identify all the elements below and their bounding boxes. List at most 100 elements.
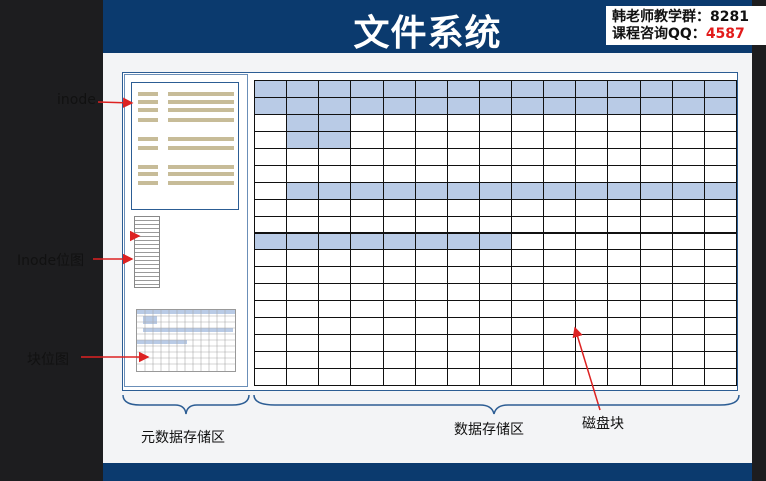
disk-block bbox=[543, 113, 577, 132]
disk-block bbox=[607, 266, 641, 285]
disk-block bbox=[382, 283, 416, 302]
used-disk-block bbox=[286, 181, 320, 200]
disk-block bbox=[639, 368, 673, 386]
disk-block bbox=[478, 368, 513, 386]
disk-block bbox=[446, 215, 480, 234]
disk-block bbox=[511, 147, 545, 166]
block-bitmap-label: 块位图 bbox=[27, 352, 69, 368]
inode-bitmap-label: Inode位图 bbox=[17, 253, 85, 269]
disk-block bbox=[414, 249, 448, 268]
disk-block bbox=[575, 232, 609, 251]
disk-block bbox=[543, 215, 577, 234]
inode-entry-bar bbox=[138, 92, 158, 96]
used-disk-block bbox=[703, 96, 737, 115]
used-disk-block bbox=[478, 80, 513, 98]
used-disk-block bbox=[478, 181, 513, 200]
disk-block bbox=[478, 215, 513, 234]
used-disk-block bbox=[575, 181, 609, 200]
disk-block bbox=[254, 266, 288, 285]
disk-block bbox=[478, 300, 513, 319]
disk-block bbox=[254, 215, 288, 234]
disk-block bbox=[414, 368, 448, 386]
disk-block bbox=[478, 147, 513, 166]
used-disk-block bbox=[639, 80, 673, 98]
disk-block bbox=[350, 215, 384, 234]
disk-block bbox=[639, 300, 673, 319]
inode-entry-bar bbox=[138, 100, 158, 104]
disk-block bbox=[286, 334, 320, 353]
disk-block bbox=[382, 113, 416, 132]
disk-block bbox=[543, 198, 577, 217]
disk-block bbox=[382, 334, 416, 353]
disk-block bbox=[446, 266, 480, 285]
disk-block bbox=[639, 266, 673, 285]
used-disk-block bbox=[318, 113, 352, 132]
used-disk-block bbox=[607, 96, 641, 115]
disk-block bbox=[575, 283, 609, 302]
disk-block bbox=[318, 215, 352, 234]
disk-block bbox=[254, 113, 288, 132]
used-disk-block bbox=[446, 96, 480, 115]
used-disk-block bbox=[286, 96, 320, 115]
disk-block bbox=[350, 130, 384, 149]
disk-block bbox=[254, 317, 288, 336]
disk-block bbox=[671, 283, 705, 302]
disk-block bbox=[543, 283, 577, 302]
metadata-area-caption: 元数据存储区 bbox=[141, 430, 225, 446]
used-disk-block bbox=[575, 96, 609, 115]
used-disk-block bbox=[318, 232, 352, 251]
disk-block bbox=[575, 147, 609, 166]
disk-block bbox=[350, 266, 384, 285]
used-disk-block bbox=[446, 181, 480, 200]
disk-block bbox=[350, 300, 384, 319]
used-disk-block bbox=[671, 96, 705, 115]
data-area-caption: 数据存储区 bbox=[454, 422, 524, 438]
disk-block bbox=[575, 198, 609, 217]
disk-block bbox=[286, 351, 320, 370]
used-disk-block bbox=[286, 130, 320, 149]
disk-block bbox=[350, 351, 384, 370]
disk-block bbox=[318, 300, 352, 319]
disk-block bbox=[607, 130, 641, 149]
disk-block bbox=[543, 130, 577, 149]
disk-block bbox=[511, 368, 545, 386]
inode-entry-bar bbox=[138, 108, 158, 112]
disk-block bbox=[671, 334, 705, 353]
disk-block bbox=[575, 215, 609, 234]
disk-block bbox=[511, 334, 545, 353]
used-disk-block bbox=[446, 232, 480, 251]
disk-block bbox=[254, 181, 288, 200]
disk-block-caption: 磁盘块 bbox=[582, 416, 624, 432]
used-disk-block bbox=[318, 130, 352, 149]
disk-block bbox=[639, 283, 673, 302]
disk-block bbox=[350, 113, 384, 132]
disk-block bbox=[575, 130, 609, 149]
disk-block bbox=[671, 232, 705, 251]
used-disk-block bbox=[607, 80, 641, 98]
used-disk-block bbox=[286, 80, 320, 98]
used-disk-block bbox=[478, 232, 513, 251]
disk-block bbox=[575, 164, 609, 183]
disk-block bbox=[414, 317, 448, 336]
disk-block bbox=[286, 266, 320, 285]
disk-block bbox=[511, 266, 545, 285]
disk-block bbox=[350, 198, 384, 217]
disk-block bbox=[414, 283, 448, 302]
disk-block bbox=[671, 130, 705, 149]
inode-entry-bar bbox=[138, 181, 158, 185]
disk-block bbox=[446, 368, 480, 386]
disk-block bbox=[350, 164, 384, 183]
disk-block bbox=[703, 232, 737, 251]
group-label-text: 韩老师教学群： bbox=[612, 9, 710, 25]
disk-block bbox=[671, 351, 705, 370]
disk-block bbox=[543, 147, 577, 166]
disk-block bbox=[543, 351, 577, 370]
used-disk-block bbox=[671, 181, 705, 200]
used-disk-block bbox=[350, 232, 384, 251]
disk-block bbox=[671, 300, 705, 319]
disk-block bbox=[607, 232, 641, 251]
used-disk-block bbox=[607, 181, 641, 200]
disk-block bbox=[478, 317, 513, 336]
disk-block bbox=[382, 266, 416, 285]
disk-block bbox=[543, 164, 577, 183]
